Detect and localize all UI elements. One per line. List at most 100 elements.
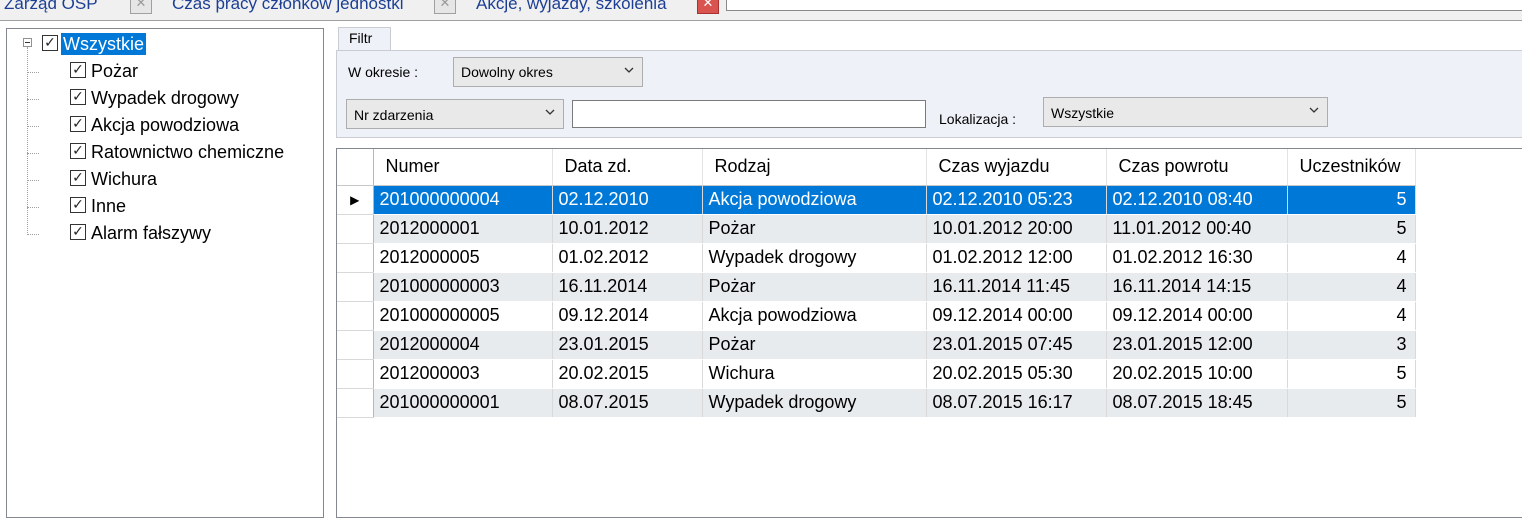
events-table: Numer Data zd. Rodzaj Czas wyjazdu Czas … <box>337 149 1416 418</box>
cell-czas-wyjazdu[interactable]: 20.02.2015 05:30 <box>926 359 1107 389</box>
table-row[interactable]: 201000000005 09.12.2014 Akcja powodziowa 09… <box>337 301 1416 331</box>
checkbox-checked-icon[interactable]: ✓ <box>42 35 58 51</box>
table-row[interactable]: ▶ 201000000004 02.12.2010 Akcja powodziowa 0… <box>337 185 1416 215</box>
tree-node-label: Ratownictwo chemiczne <box>91 142 285 162</box>
cell-numer[interactable]: 201000000005 <box>373 301 553 331</box>
cell-rodzaj[interactable]: Wypadek drogowy <box>702 243 927 273</box>
cell-data[interactable]: 10.01.2012 <box>552 214 703 244</box>
checkbox-checked-icon[interactable]: ✓ <box>70 143 86 159</box>
table-row[interactable]: 2012000001 10.01.2012 Pożar 10.01.2012 20:0… <box>337 214 1416 244</box>
search-input[interactable] <box>572 100 926 128</box>
tree-node-label: Wypadek drogowy <box>91 88 239 108</box>
tab-akcje-wyjazdy[interactable]: Akcje, wyjazdy, szkolenia <box>476 0 667 14</box>
close-icon[interactable]: ✕ <box>434 0 456 14</box>
column-header-rodzaj[interactable]: Rodzaj <box>702 149 927 186</box>
close-icon[interactable]: ✕ <box>130 0 152 14</box>
cell-data[interactable]: 23.01.2015 <box>552 330 703 360</box>
cell-rodzaj[interactable]: Wypadek drogowy <box>702 388 927 418</box>
checkbox-checked-icon[interactable]: ✓ <box>70 224 86 240</box>
category-tree[interactable]: ✓ Wszystkie ✓ Pożar ✓ Wypadek drogowy ✓ … <box>6 28 324 518</box>
current-row-arrow-icon[interactable]: ▶ <box>337 185 374 215</box>
row-header[interactable] <box>337 272 374 302</box>
row-header[interactable] <box>337 243 374 273</box>
row-header[interactable] <box>337 330 374 360</box>
cell-numer[interactable]: 2012000005 <box>373 243 553 273</box>
checkbox-checked-icon[interactable]: ✓ <box>70 62 86 78</box>
cell-czas-wyjazdu[interactable]: 23.01.2015 07:45 <box>926 330 1107 360</box>
column-header-czas-powrotu[interactable]: Czas powrotu <box>1106 149 1288 186</box>
checkbox-checked-icon[interactable]: ✓ <box>70 170 86 186</box>
cell-uczestnikow[interactable]: 4 <box>1287 243 1416 273</box>
column-header-numer[interactable]: Numer <box>373 149 553 186</box>
cell-czas-wyjazdu[interactable]: 09.12.2014 00:00 <box>926 301 1107 331</box>
table-row[interactable]: 2012000003 20.02.2015 Wichura 20.02.2015 05… <box>337 359 1416 389</box>
cell-rodzaj[interactable]: Pożar <box>702 330 927 360</box>
period-select[interactable]: Dowolny okres <box>453 57 643 87</box>
cell-czas-powrotu[interactable]: 02.12.2010 08:40 <box>1106 185 1288 215</box>
cell-uczestnikow[interactable]: 4 <box>1287 272 1416 302</box>
table-row[interactable]: 201000000003 16.11.2014 Pożar 16.11.2014 11… <box>337 272 1416 302</box>
cell-czas-powrotu[interactable]: 09.12.2014 00:00 <box>1106 301 1288 331</box>
checkbox-checked-icon[interactable]: ✓ <box>70 116 86 132</box>
checkbox-checked-icon[interactable]: ✓ <box>70 89 86 105</box>
cell-data[interactable]: 02.12.2010 <box>552 185 703 215</box>
row-header[interactable] <box>337 388 374 418</box>
cell-data[interactable]: 01.02.2012 <box>552 243 703 273</box>
cell-data[interactable]: 09.12.2014 <box>552 301 703 331</box>
cell-rodzaj[interactable]: Wichura <box>702 359 927 389</box>
tab-czas-pracy[interactable]: Czas pracy członków jednostki <box>172 0 403 14</box>
cell-czas-powrotu[interactable]: 11.01.2012 00:40 <box>1106 214 1288 244</box>
row-header[interactable] <box>337 359 374 389</box>
table-row[interactable]: 2012000005 01.02.2012 Wypadek drogowy 01.02… <box>337 243 1416 273</box>
events-grid[interactable]: Numer Data zd. Rodzaj Czas wyjazdu Czas … <box>336 148 1522 518</box>
collapse-icon[interactable] <box>23 38 32 47</box>
table-row[interactable]: 201000000001 08.07.2015 Wypadek drogowy 08.… <box>337 388 1416 418</box>
tab-zarzad-osp[interactable]: Zarząd OSP <box>4 0 98 14</box>
cell-czas-powrotu[interactable]: 01.02.2012 16:30 <box>1106 243 1288 273</box>
cell-uczestnikow[interactable]: 3 <box>1287 330 1416 360</box>
column-header-uczestnikow[interactable]: Uczestników <box>1287 149 1416 186</box>
column-header-data[interactable]: Data zd. <box>552 149 703 186</box>
row-header[interactable] <box>337 301 374 331</box>
cell-czas-powrotu[interactable]: 23.01.2015 12:00 <box>1106 330 1288 360</box>
cell-czas-wyjazdu[interactable]: 02.12.2010 05:23 <box>926 185 1107 215</box>
cell-czas-wyjazdu[interactable]: 16.11.2014 11:45 <box>926 272 1107 302</box>
column-header-czas-wyjazdu[interactable]: Czas wyjazdu <box>926 149 1107 186</box>
cell-uczestnikow[interactable]: 5 <box>1287 359 1416 389</box>
close-icon[interactable]: ✕ <box>697 0 719 14</box>
cell-numer[interactable]: 2012000004 <box>373 330 553 360</box>
search-field-select[interactable]: Nr zdarzenia <box>346 99 564 129</box>
cell-czas-powrotu[interactable]: 20.02.2015 10:00 <box>1106 359 1288 389</box>
chevron-down-icon <box>1309 107 1319 113</box>
document-tab-strip: Zarząd OSP ✕ Czas pracy członków jednost… <box>0 0 1522 21</box>
cell-numer[interactable]: 201000000004 <box>373 185 553 215</box>
cell-czas-wyjazdu[interactable]: 10.01.2012 20:00 <box>926 214 1107 244</box>
cell-numer[interactable]: 201000000001 <box>373 388 553 418</box>
checkbox-checked-icon[interactable]: ✓ <box>70 197 86 213</box>
cell-uczestnikow[interactable]: 5 <box>1287 214 1416 244</box>
row-header-corner <box>337 149 374 186</box>
cell-rodzaj[interactable]: Akcja powodziowa <box>702 185 927 215</box>
table-row[interactable]: 2012000004 23.01.2015 Pożar 23.01.2015 07:4… <box>337 330 1416 360</box>
cell-czas-wyjazdu[interactable]: 01.02.2012 12:00 <box>926 243 1107 273</box>
cell-numer[interactable]: 201000000003 <box>373 272 553 302</box>
cell-rodzaj[interactable]: Pożar <box>702 214 927 244</box>
cell-czas-powrotu[interactable]: 16.11.2014 14:15 <box>1106 272 1288 302</box>
cell-uczestnikow[interactable]: 5 <box>1287 185 1416 215</box>
tab-filtr[interactable]: Filtr <box>338 27 391 51</box>
cell-numer[interactable]: 2012000003 <box>373 359 553 389</box>
location-select[interactable]: Wszystkie <box>1043 97 1328 127</box>
cell-rodzaj[interactable]: Akcja powodziowa <box>702 301 927 331</box>
cell-data[interactable]: 20.02.2015 <box>552 359 703 389</box>
row-header[interactable] <box>337 214 374 244</box>
tree-node-label: Wichura <box>91 169 158 189</box>
chevron-down-icon <box>624 67 634 73</box>
cell-numer[interactable]: 2012000001 <box>373 214 553 244</box>
cell-data[interactable]: 08.07.2015 <box>552 388 703 418</box>
cell-rodzaj[interactable]: Pożar <box>702 272 927 302</box>
cell-data[interactable]: 16.11.2014 <box>552 272 703 302</box>
cell-uczestnikow[interactable]: 4 <box>1287 301 1416 331</box>
cell-uczestnikow[interactable]: 5 <box>1287 388 1416 418</box>
cell-czas-powrotu[interactable]: 08.07.2015 18:45 <box>1106 388 1288 418</box>
cell-czas-wyjazdu[interactable]: 08.07.2015 16:17 <box>926 388 1107 418</box>
